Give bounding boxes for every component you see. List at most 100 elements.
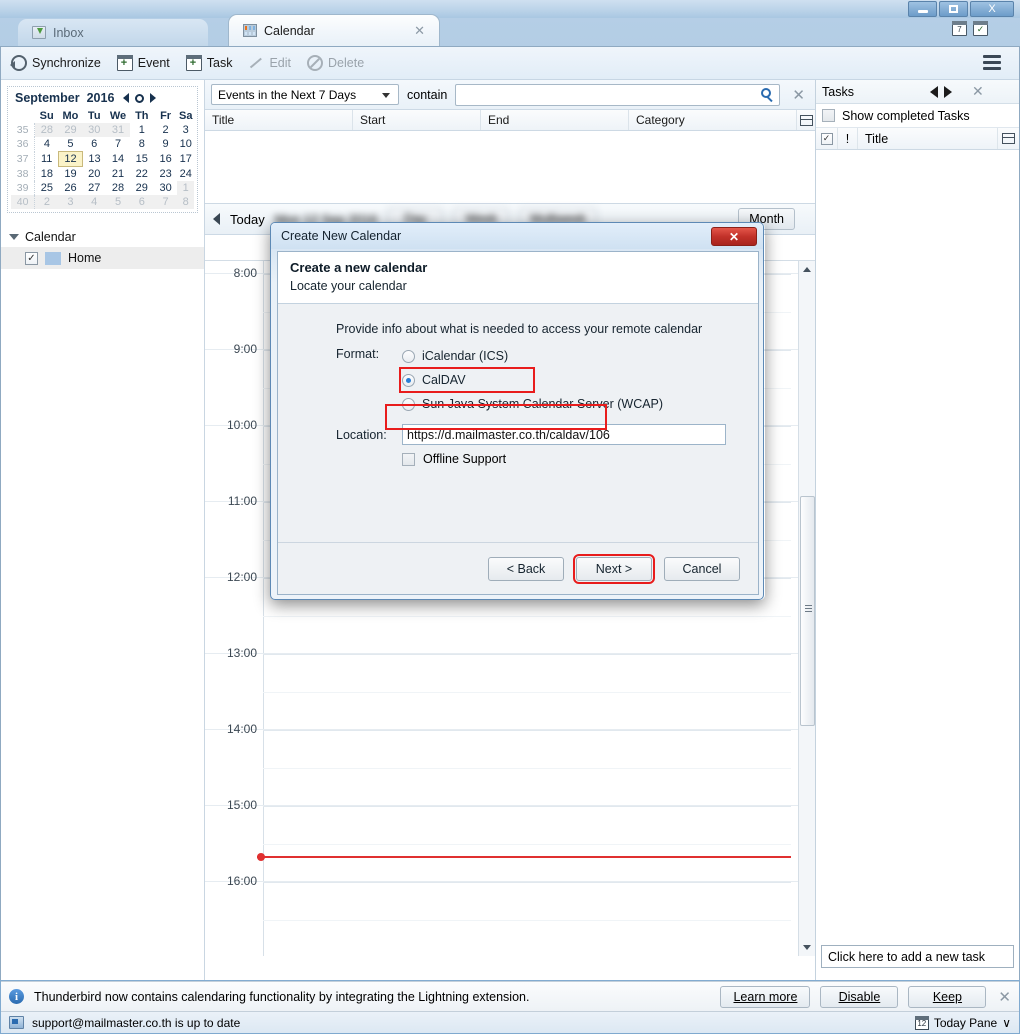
keep-button[interactable]: Keep: [908, 985, 987, 1008]
radio-icon[interactable]: [402, 373, 415, 387]
mini-month-day[interactable]: 29: [130, 181, 154, 195]
tasks-prev-icon[interactable]: [929, 85, 938, 98]
tasks-next-icon[interactable]: [943, 85, 952, 98]
column-header-start[interactable]: Start: [353, 110, 481, 130]
mini-month-day[interactable]: 11: [35, 152, 59, 167]
new-event-button[interactable]: Event: [116, 55, 170, 71]
mini-month-day[interactable]: 28: [106, 181, 130, 195]
show-completed-tasks-row[interactable]: Show completed Tasks: [816, 104, 1019, 128]
mini-month-day[interactable]: 27: [82, 181, 106, 195]
mini-month-day[interactable]: 28: [34, 123, 59, 137]
column-header-end[interactable]: End: [481, 110, 629, 130]
search-icon[interactable]: [761, 87, 772, 98]
app-menu-button[interactable]: [983, 55, 1001, 70]
mini-month-day[interactable]: 5: [106, 195, 130, 209]
mini-month-day[interactable]: 15: [130, 152, 154, 167]
task-column-priority[interactable]: !: [838, 128, 858, 149]
day-prev-icon[interactable]: [213, 213, 220, 225]
scroll-down-arrow[interactable]: [799, 939, 815, 956]
mini-month-day[interactable]: 1: [130, 123, 154, 137]
mini-month-day[interactable]: 26: [59, 181, 83, 195]
mini-month-day[interactable]: 6: [82, 137, 106, 152]
time-grid-scrollbar[interactable]: [798, 261, 815, 956]
search-clear-icon[interactable]: ✕: [788, 86, 809, 104]
mini-month-day[interactable]: 20: [82, 167, 106, 182]
cancel-button[interactable]: Cancel: [664, 556, 740, 581]
calendar-group-header[interactable]: Calendar: [1, 227, 204, 247]
mini-month-day[interactable]: 6: [129, 195, 154, 209]
mini-month-day[interactable]: 29: [58, 123, 83, 137]
mini-month-day[interactable]: 13: [82, 152, 106, 167]
learn-more-button[interactable]: Learn more: [720, 985, 811, 1008]
new-task-button[interactable]: Task: [185, 55, 232, 71]
search-input[interactable]: [455, 83, 781, 106]
mini-month-today-icon[interactable]: [135, 93, 145, 103]
radio-option-ics[interactable]: iCalendar (ICS): [402, 346, 663, 366]
tab-close-icon[interactable]: ✕: [414, 23, 425, 39]
radio-option-caldav[interactable]: CalDAV: [399, 367, 535, 393]
dialog-close-button[interactable]: ✕: [711, 227, 757, 246]
mini-month-day[interactable]: 4: [35, 137, 59, 152]
mini-month-next-icon[interactable]: [150, 93, 157, 103]
new-task-input[interactable]: Click here to add a new task: [821, 945, 1014, 968]
radio-icon[interactable]: [402, 349, 415, 363]
mini-month-day[interactable]: 17: [177, 152, 194, 167]
synchronize-button[interactable]: Synchronize: [10, 55, 101, 71]
calendar-7-icon[interactable]: 7: [952, 21, 967, 36]
calendar-checkbox[interactable]: ✓: [25, 251, 38, 265]
hour-row[interactable]: 13:00: [205, 646, 815, 729]
notification-close-icon[interactable]: ✕: [998, 988, 1011, 1006]
mini-month-day[interactable]: 4: [82, 195, 107, 209]
mini-month-day[interactable]: 3: [58, 195, 83, 209]
mini-month-day[interactable]: 30: [154, 181, 178, 195]
mini-month-day[interactable]: 31: [106, 123, 130, 137]
disable-button[interactable]: Disable: [820, 985, 899, 1008]
mini-month-day[interactable]: 21: [106, 167, 130, 182]
calendar-task-icon[interactable]: ✓: [973, 21, 988, 36]
mini-month-day[interactable]: 1: [177, 181, 194, 195]
back-button[interactable]: < Back: [488, 556, 564, 581]
mini-month-prev-icon[interactable]: [123, 93, 130, 103]
mini-month-day[interactable]: 19: [59, 167, 83, 182]
task-column-title[interactable]: Title: [858, 128, 998, 149]
mini-month-day[interactable]: 16: [154, 152, 178, 167]
mini-month-day[interactable]: 2: [154, 123, 178, 137]
mini-month-day[interactable]: 23: [154, 167, 178, 182]
today-label[interactable]: Today: [230, 212, 265, 227]
mini-month-day[interactable]: 3: [177, 123, 194, 137]
mini-month-day[interactable]: 8: [177, 195, 194, 209]
mini-month-day[interactable]: 2: [34, 195, 59, 209]
mini-month-day[interactable]: 5: [59, 137, 83, 152]
next-button[interactable]: Next >: [573, 553, 655, 584]
today-pane-toggle[interactable]: 12 Today Pane ∨: [914, 1015, 1011, 1030]
column-picker-icon[interactable]: [797, 110, 815, 130]
scroll-up-arrow[interactable]: [799, 261, 815, 278]
mini-month-day[interactable]: 7: [106, 137, 130, 152]
mini-month-day[interactable]: 12: [58, 151, 83, 167]
offline-support-row[interactable]: Offline Support: [336, 452, 758, 466]
hour-row[interactable]: 16:00: [205, 874, 815, 956]
offline-support-checkbox[interactable]: [402, 452, 415, 466]
mini-month-day[interactable]: 7: [153, 195, 178, 209]
mini-month-day[interactable]: 9: [154, 137, 178, 152]
mini-month-day[interactable]: 8: [130, 137, 154, 152]
column-header-title[interactable]: Title: [205, 110, 353, 130]
task-column-picker-icon[interactable]: [998, 128, 1019, 149]
mini-month-day[interactable]: 24: [177, 167, 194, 182]
hour-row[interactable]: 15:00: [205, 798, 815, 881]
task-column-complete[interactable]: ✓: [816, 128, 838, 149]
mini-month-day[interactable]: 10: [177, 137, 194, 152]
tasks-close-icon[interactable]: ✕: [972, 83, 984, 100]
tab-calendar[interactable]: Calendar ✕: [228, 14, 440, 46]
mini-month-day[interactable]: 14: [106, 152, 130, 167]
event-filter-dropdown[interactable]: Events in the Next 7 Days: [211, 84, 399, 105]
mini-month-day[interactable]: 18: [35, 167, 59, 182]
mini-month-day[interactable]: 30: [82, 123, 107, 137]
calendar-item-home[interactable]: ✓ Home: [1, 247, 204, 269]
tab-inbox[interactable]: Inbox: [18, 19, 208, 46]
hour-row[interactable]: 14:00: [205, 722, 815, 805]
scrollbar-thumb[interactable]: [800, 496, 815, 726]
column-header-category[interactable]: Category: [629, 110, 797, 130]
mini-month-day[interactable]: 22: [130, 167, 154, 182]
show-completed-checkbox[interactable]: [822, 109, 835, 122]
